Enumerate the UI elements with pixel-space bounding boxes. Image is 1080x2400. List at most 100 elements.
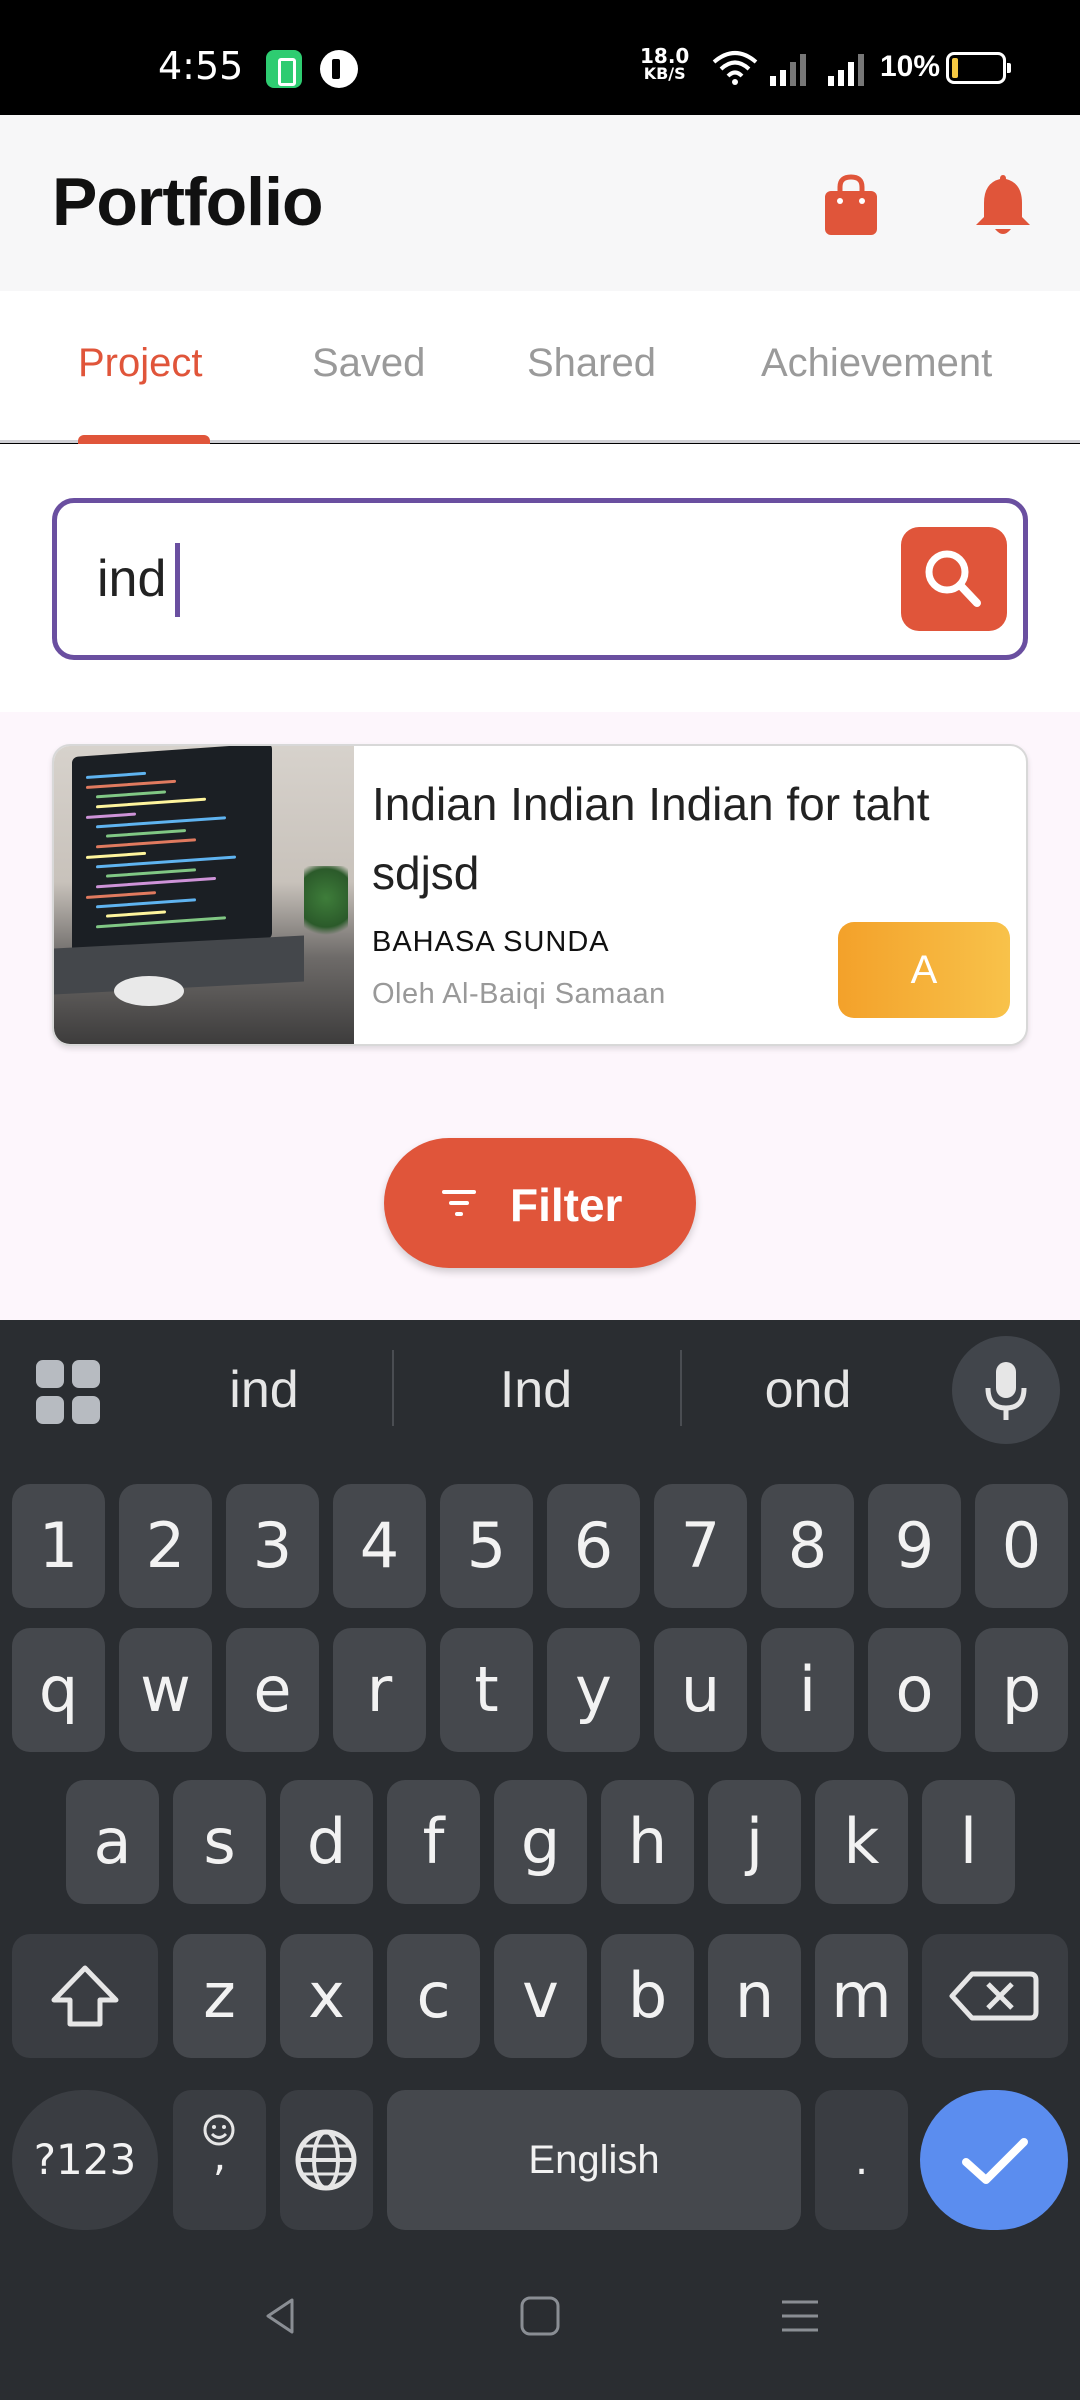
plant-image <box>304 866 348 946</box>
tab-saved[interactable]: Saved <box>312 341 425 386</box>
project-author: Oleh Al-Baiqi Samaan <box>372 978 666 1010</box>
period-key[interactable]: . <box>815 2090 908 2230</box>
check-icon <box>962 2138 1028 2184</box>
status-bar: 4:55 18.0 KB/S 10% <box>0 0 1080 115</box>
key-o[interactable]: o <box>868 1628 961 1752</box>
key-5[interactable]: 5 <box>440 1484 533 1608</box>
key-n[interactable]: n <box>708 1934 801 2058</box>
tab-bar: Project Saved Shared Achievement <box>0 291 1080 445</box>
backspace-icon <box>949 1971 1039 2021</box>
app-bar: Portfolio <box>0 115 1080 291</box>
key-0[interactable]: 0 <box>975 1484 1068 1608</box>
emoji-comma-key[interactable]: , <box>173 2090 266 2230</box>
key-k[interactable]: k <box>815 1780 908 1904</box>
key-q[interactable]: q <box>12 1628 105 1752</box>
key-v[interactable]: v <box>494 1934 587 2058</box>
project-title: Indian Indian Indian for taht sdjsd <box>372 778 930 899</box>
comma-label: , <box>212 2131 227 2180</box>
key-g[interactable]: g <box>494 1780 587 1904</box>
soft-keyboard: ind Ind ond 1 2 3 4 5 6 7 8 9 0 q w e r … <box>0 1320 1080 2240</box>
key-u[interactable]: u <box>654 1628 747 1752</box>
language-key[interactable] <box>280 2090 373 2230</box>
key-f[interactable]: f <box>387 1780 480 1904</box>
battery-saver-icon <box>266 50 302 88</box>
key-w[interactable]: w <box>119 1628 212 1752</box>
key-3[interactable]: 3 <box>226 1484 319 1608</box>
key-b[interactable]: b <box>601 1934 694 2058</box>
suggestion-1[interactable]: ind <box>144 1360 384 1420</box>
suggestion-3[interactable]: ond <box>688 1360 928 1420</box>
nav-back-icon[interactable] <box>258 2294 302 2338</box>
key-e[interactable]: e <box>226 1628 319 1752</box>
nav-recents-icon[interactable] <box>778 2294 822 2338</box>
grade-badge: A <box>838 922 1010 1018</box>
text-cursor <box>175 543 180 617</box>
search-box <box>52 498 1028 660</box>
suggestion-divider <box>680 1350 682 1426</box>
key-2[interactable]: 2 <box>119 1484 212 1608</box>
project-card[interactable]: Indian Indian Indian for taht sdjsd BAHA… <box>52 744 1028 1046</box>
key-h[interactable]: h <box>601 1780 694 1904</box>
signal-icon-sim2 <box>828 54 864 86</box>
search-section <box>0 444 1080 712</box>
laptop-screen-image <box>72 746 272 953</box>
tab-achievement[interactable]: Achievement <box>761 341 992 386</box>
filter-icon <box>442 1190 476 1216</box>
search-input[interactable] <box>97 539 877 619</box>
key-i[interactable]: i <box>761 1628 854 1752</box>
key-7[interactable]: 7 <box>654 1484 747 1608</box>
status-time: 4:55 <box>158 44 244 88</box>
app-notification-icon <box>320 50 358 88</box>
project-thumbnail <box>54 746 354 1044</box>
shopping-bag-icon[interactable] <box>822 173 880 237</box>
key-z[interactable]: z <box>173 1934 266 2058</box>
network-speed-value: 18.0 <box>640 44 690 68</box>
key-1[interactable]: 1 <box>12 1484 105 1608</box>
battery-percent: 10% <box>880 50 941 83</box>
mouse-image <box>114 976 184 1006</box>
key-8[interactable]: 8 <box>761 1484 854 1608</box>
tab-project[interactable]: Project <box>78 341 203 386</box>
backspace-key[interactable] <box>922 1934 1068 2058</box>
key-d[interactable]: d <box>280 1780 373 1904</box>
search-button[interactable] <box>901 527 1007 631</box>
filter-button[interactable]: Filter <box>384 1138 696 1268</box>
nav-home-icon[interactable] <box>518 2294 562 2338</box>
key-6[interactable]: 6 <box>547 1484 640 1608</box>
wifi-icon <box>712 51 758 85</box>
key-4[interactable]: 4 <box>333 1484 426 1608</box>
system-navigation-bar <box>0 2240 1080 2400</box>
shift-key[interactable] <box>12 1934 158 2058</box>
key-r[interactable]: r <box>333 1628 426 1752</box>
network-speed: 18.0 KB/S <box>640 46 689 82</box>
tab-shared[interactable]: Shared <box>527 341 656 386</box>
globe-icon <box>295 2129 357 2191</box>
key-a[interactable]: a <box>66 1780 159 1904</box>
key-t[interactable]: t <box>440 1628 533 1752</box>
battery-icon <box>946 52 1011 84</box>
keyboard-menu-icon[interactable] <box>36 1360 102 1426</box>
results-area: Indian Indian Indian for taht sdjsd BAHA… <box>0 712 1080 1320</box>
key-y[interactable]: y <box>547 1628 640 1752</box>
filter-label: Filter <box>510 1179 623 1231</box>
project-subject: BAHASA SUNDA <box>372 926 610 958</box>
key-p[interactable]: p <box>975 1628 1068 1752</box>
key-s[interactable]: s <box>173 1780 266 1904</box>
enter-key[interactable] <box>920 2090 1068 2230</box>
microphone-icon <box>985 1362 1027 1420</box>
key-9[interactable]: 9 <box>868 1484 961 1608</box>
key-j[interactable]: j <box>708 1780 801 1904</box>
shift-icon <box>51 1965 119 2027</box>
microphone-button[interactable] <box>952 1336 1060 1444</box>
key-m[interactable]: m <box>815 1934 908 2058</box>
suggestion-2[interactable]: Ind <box>416 1360 656 1420</box>
signal-icon-sim1 <box>770 54 806 86</box>
suggestion-divider <box>392 1350 394 1426</box>
suggestion-bar: ind Ind ond <box>0 1320 1080 1470</box>
symbols-key[interactable]: ?123 <box>12 2090 158 2230</box>
space-key[interactable]: English <box>387 2090 801 2230</box>
key-c[interactable]: c <box>387 1934 480 2058</box>
key-l[interactable]: l <box>922 1780 1015 1904</box>
key-x[interactable]: x <box>280 1934 373 2058</box>
bell-icon[interactable] <box>972 171 1034 239</box>
